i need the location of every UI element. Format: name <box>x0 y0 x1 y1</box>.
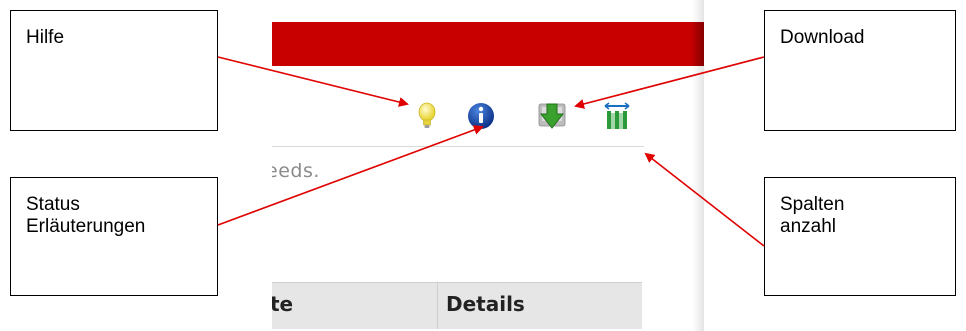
info-icon[interactable] <box>466 99 496 131</box>
callout-download: Download <box>764 10 956 131</box>
callout-label: anzahl <box>780 216 836 237</box>
callout-status: Status Erläuterungen <box>10 177 218 296</box>
callout-spalten: Spalten anzahl <box>764 177 956 296</box>
callout-label: Status <box>26 194 80 215</box>
callout-label: Hilfe <box>26 27 65 48</box>
partial-text: eeds. <box>272 160 320 182</box>
header-banner <box>272 22 704 66</box>
download-icon[interactable] <box>537 100 567 132</box>
column-header[interactable]: te <box>272 283 293 329</box>
callout-hilfe: Hilfe <box>10 10 218 131</box>
toolbar-divider <box>272 146 644 147</box>
column-header-details[interactable]: Details <box>437 283 636 329</box>
app-screenshot: eeds. te Details <box>272 0 704 331</box>
callout-label: Spalten <box>780 194 845 215</box>
lightbulb-icon[interactable] <box>412 100 442 132</box>
table-header: te Details <box>272 282 642 329</box>
columns-icon[interactable] <box>602 100 632 132</box>
callout-label: Erläuterungen <box>26 216 146 237</box>
callout-label: Download <box>780 27 865 48</box>
